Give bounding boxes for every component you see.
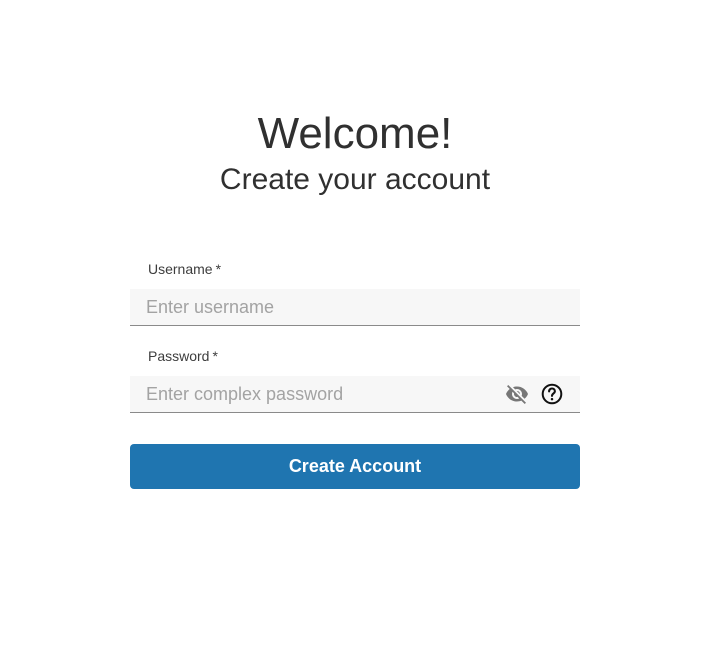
page-subtitle: Create your account [219,163,491,196]
username-input[interactable] [130,289,580,325]
signup-form: Username* Password* Creat [130,258,580,489]
create-account-button[interactable]: Create Account [130,444,580,489]
username-field [130,289,580,326]
password-field [130,376,580,413]
eye-off-icon[interactable] [505,382,529,406]
password-required-mark: * [212,348,218,364]
help-circle-icon[interactable] [540,382,564,406]
username-label-text: Username [148,261,213,277]
username-required-mark: * [215,261,222,277]
password-label: Password * [130,345,580,367]
page-title: Welcome! [257,109,453,158]
signup-page: Welcome! Create your account Username* P… [0,0,722,658]
password-label-text: Password [148,348,210,364]
username-label: Username * [130,258,580,280]
